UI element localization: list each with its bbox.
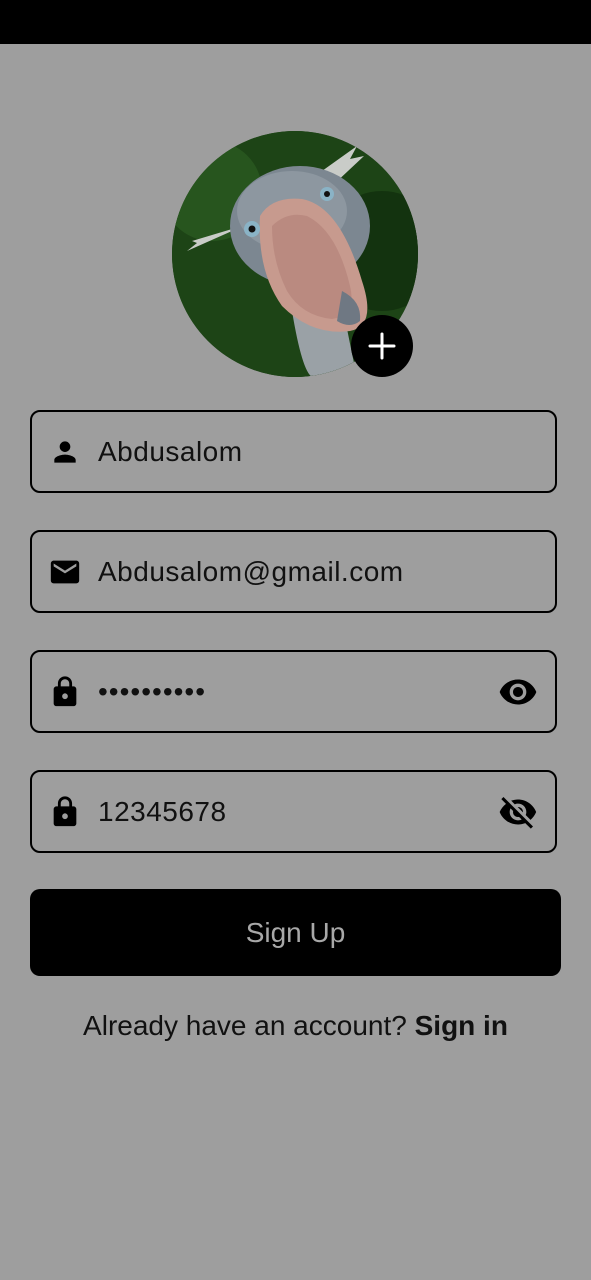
lock-icon (48, 675, 82, 709)
plus-icon (368, 332, 396, 360)
email-input[interactable] (98, 532, 485, 611)
name-field[interactable] (30, 410, 557, 493)
eye-icon[interactable] (497, 671, 539, 713)
person-icon (48, 435, 82, 469)
email-field[interactable] (30, 530, 557, 613)
password-input[interactable] (98, 652, 485, 731)
avatar-container (172, 131, 418, 377)
lock-icon (48, 795, 82, 829)
eye-off-icon[interactable] (497, 791, 539, 833)
sign-in-link[interactable]: Sign in (415, 1010, 508, 1041)
sign-in-prompt: Already have an account? Sign in (0, 1010, 591, 1042)
mail-icon (48, 555, 82, 589)
password-field[interactable] (30, 650, 557, 733)
confirm-password-field[interactable] (30, 770, 557, 853)
confirm-password-input[interactable] (98, 772, 485, 851)
name-input[interactable] (98, 412, 485, 491)
sign-in-prompt-text: Already have an account? (83, 1010, 407, 1041)
add-photo-button[interactable] (351, 315, 413, 377)
status-bar (0, 0, 591, 44)
sign-up-button[interactable]: Sign Up (30, 889, 561, 976)
